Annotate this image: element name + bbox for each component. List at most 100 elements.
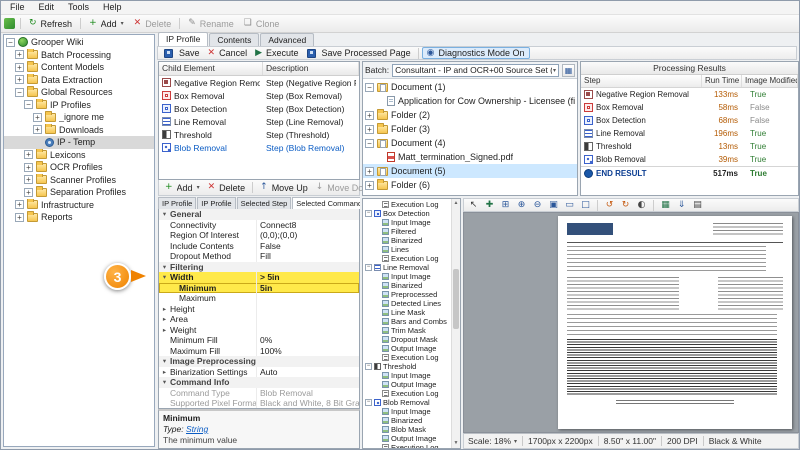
diagnostics-tree-scrollbar[interactable]: ▲ ▼ xyxy=(451,199,460,448)
child-element-row[interactable]: Box DetectionStep (Box Detection) xyxy=(159,102,359,115)
nav-item-ignore-me[interactable]: +_ignore me xyxy=(4,111,154,124)
print-button[interactable]: ▤ xyxy=(690,199,705,211)
batch-selector[interactable]: Consultant - IP and OCR+00 Source Set (P… xyxy=(392,64,559,77)
batch-item-folder-6[interactable]: +Folder (6) xyxy=(363,178,577,192)
property-row-maximum[interactable]: Maximum xyxy=(159,293,359,304)
dropdown-arrow-icon[interactable]: ▾ xyxy=(197,184,200,191)
diag-item-execution-log[interactable]: Execution Log xyxy=(363,443,451,448)
property-row-minimum-fill[interactable]: Minimum Fill0% xyxy=(159,335,359,346)
save-processed-page-button[interactable]: Save Processed Page xyxy=(303,48,415,58)
property-value[interactable]: Blob Removal xyxy=(256,388,359,399)
diag-item-blob-mask[interactable]: Blob Mask xyxy=(363,425,451,434)
property-row-filtering[interactable]: ▾Filtering xyxy=(159,262,359,273)
property-value[interactable]: 100% xyxy=(256,346,359,357)
property-value[interactable] xyxy=(256,325,359,336)
diag-item-binarized[interactable]: Binarized xyxy=(363,281,451,290)
scroll-down-icon[interactable]: ▼ xyxy=(452,439,460,448)
tab-ip-profile[interactable]: IP Profile xyxy=(158,32,208,46)
property-row-command-info[interactable]: ▾Command Info xyxy=(159,377,359,388)
select-tool-button[interactable]: ↖ xyxy=(466,199,481,211)
property-value[interactable]: Fill xyxy=(256,251,359,262)
property-row-region-of-interest[interactable]: Region Of Interest(0,0);(0,0) xyxy=(159,230,359,241)
image-viewer[interactable] xyxy=(463,212,799,433)
nav-item-separation-profiles[interactable]: +Separation Profiles xyxy=(4,186,154,199)
nav-item-lexicons[interactable]: +Lexicons xyxy=(4,149,154,162)
expander-plus-icon[interactable]: + xyxy=(365,167,374,176)
diag-item-execution-log[interactable]: Execution Log xyxy=(363,353,451,362)
column-header-run-time[interactable]: Run Time xyxy=(702,75,742,87)
tab-ip-profile[interactable]: IP Profile xyxy=(158,197,196,209)
column-header-child-element[interactable]: Child Element xyxy=(159,62,263,75)
diag-item-execution-log[interactable]: Execution Log xyxy=(363,200,451,209)
batch-item-folder-2[interactable]: +Folder (2) xyxy=(363,108,577,122)
expander-plus-icon[interactable]: + xyxy=(15,50,24,59)
nav-item-scanner-profiles[interactable]: +Scanner Profiles xyxy=(4,174,154,187)
property-value[interactable]: Connect8 xyxy=(256,220,359,231)
expander-minus-icon[interactable]: − xyxy=(15,88,24,97)
diag-item-output-image[interactable]: Output Image xyxy=(363,344,451,353)
zoom-in-button[interactable]: ⊕ xyxy=(514,199,529,211)
dropdown-arrow-icon[interactable]: ▾ xyxy=(121,20,124,27)
batch-item-folder-3[interactable]: +Folder (3) xyxy=(363,122,577,136)
expander-plus-icon[interactable]: + xyxy=(33,113,42,122)
expander-plus-icon[interactable]: + xyxy=(24,150,33,159)
menu-help[interactable]: Help xyxy=(96,1,129,14)
nav-item-ocr-profiles[interactable]: +OCR Profiles xyxy=(4,161,154,174)
nav-item-reports[interactable]: +Reports xyxy=(4,211,154,224)
batch-item-document-1[interactable]: −Document (1) xyxy=(363,80,577,94)
zoom-region-button[interactable]: ⊞ xyxy=(498,199,513,211)
batch-item-document-4[interactable]: −Document (4) xyxy=(363,136,577,150)
menu-tools[interactable]: Tools xyxy=(61,1,96,14)
diagnostics-mode-on-button[interactable]: ◉Diagnostics Mode On xyxy=(422,47,530,59)
child-element-row[interactable]: Negative Region RemovalStep (Negative Re… xyxy=(159,76,359,89)
expander-minus-icon[interactable]: − xyxy=(6,38,15,47)
diag-item-execution-log[interactable]: Execution Log xyxy=(363,389,451,398)
column-header-step[interactable]: Step xyxy=(581,75,702,87)
property-row-binarization-settings[interactable]: ▸Binarization SettingsAuto xyxy=(159,367,359,378)
scale-dropdown-icon[interactable]: ▾ xyxy=(514,438,517,445)
diag-item-output-image[interactable]: Output Image xyxy=(363,380,451,389)
batch-dropdown-icon[interactable]: ▾ xyxy=(553,67,556,74)
expander-plus-icon[interactable]: + xyxy=(24,188,33,197)
expander-minus-icon[interactable]: − xyxy=(365,210,372,217)
property-value[interactable]: > 5in xyxy=(256,272,359,283)
child-element-row[interactable]: Line RemovalStep (Line Removal) xyxy=(159,115,359,128)
property-value[interactable] xyxy=(256,314,359,325)
diag-item-detected-lines[interactable]: Detected Lines xyxy=(363,299,451,308)
diag-item-output-image[interactable]: Output Image xyxy=(363,434,451,443)
expander-minus-icon[interactable]: − xyxy=(365,264,372,271)
property-row-width[interactable]: ▾Width> 5in xyxy=(159,272,359,283)
move-up-button[interactable]: ↑Move Up xyxy=(256,183,312,193)
diag-item-lines[interactable]: Lines xyxy=(363,245,451,254)
expander-minus-icon[interactable]: − xyxy=(365,363,372,370)
expander-minus-icon[interactable]: − xyxy=(365,399,372,406)
property-row-area[interactable]: ▸Area xyxy=(159,314,359,325)
expander-closed-icon[interactable]: ▸ xyxy=(159,368,170,376)
nav-item-infrastructure[interactable]: +Infrastructure xyxy=(4,199,154,212)
expander-plus-icon[interactable]: + xyxy=(15,200,24,209)
batch-options-icon[interactable]: ▦ xyxy=(562,64,575,77)
property-row-maximum-fill[interactable]: Maximum Fill100% xyxy=(159,346,359,357)
batch-item-matt-termination-signed-pdf[interactable]: Matt_termination_Signed.pdf xyxy=(363,150,577,164)
column-header-description[interactable]: Description xyxy=(263,62,359,75)
nav-item-content-models[interactable]: +Content Models xyxy=(4,61,154,74)
batch-item-document-5[interactable]: +Document (5) xyxy=(363,164,577,178)
diag-item-trim-mask[interactable]: Trim Mask xyxy=(363,326,451,335)
expander-minus-icon[interactable]: − xyxy=(24,100,33,109)
property-value[interactable]: 0% xyxy=(256,335,359,346)
diag-item-line-mask[interactable]: Line Mask xyxy=(363,308,451,317)
column-header-image-modified[interactable]: Image Modified xyxy=(742,75,798,87)
scroll-up-icon[interactable]: ▲ xyxy=(452,199,460,208)
child-element-row[interactable]: ThresholdStep (Threshold) xyxy=(159,128,359,141)
property-value[interactable]: Auto xyxy=(256,367,359,378)
add-button[interactable]: +Add▾ xyxy=(84,18,129,30)
diag-item-binarized[interactable]: Binarized xyxy=(363,236,451,245)
menu-edit[interactable]: Edit xyxy=(32,1,62,14)
expander-plus-icon[interactable]: + xyxy=(365,181,374,190)
status-scale[interactable]: Scale: 18%▾ xyxy=(468,436,517,446)
tab-ip-profile[interactable]: IP Profile xyxy=(197,197,235,209)
diag-item-preprocessed[interactable]: Preprocessed xyxy=(363,290,451,299)
diag-item-input-image[interactable]: Input Image xyxy=(363,272,451,281)
menu-file[interactable]: File xyxy=(3,1,32,14)
rotate-left-button[interactable]: ↺ xyxy=(602,199,617,211)
